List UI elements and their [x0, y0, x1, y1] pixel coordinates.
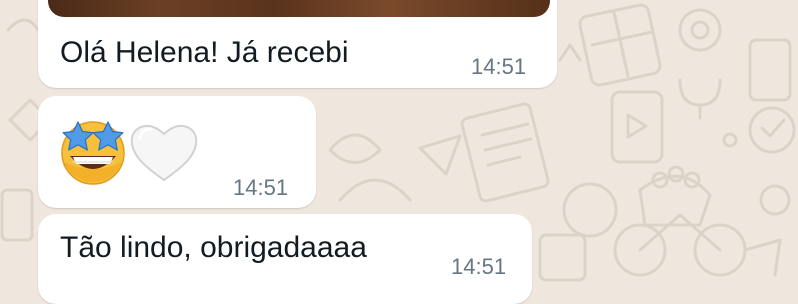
- message-text: Olá Helena! Já recebi: [60, 36, 349, 69]
- emoji-group: [58, 116, 200, 186]
- message-timestamp: 14:51: [233, 175, 289, 200]
- shared-photo-preview[interactable]: [48, 0, 550, 17]
- message-timestamp: 14:51: [451, 254, 507, 279]
- white-heart-emoji: [130, 124, 198, 182]
- message-timestamp: 14:51: [471, 54, 527, 79]
- star-struck-emoji: [61, 121, 125, 185]
- message-text: Tão lindo, obrigadaaaa: [60, 231, 367, 264]
